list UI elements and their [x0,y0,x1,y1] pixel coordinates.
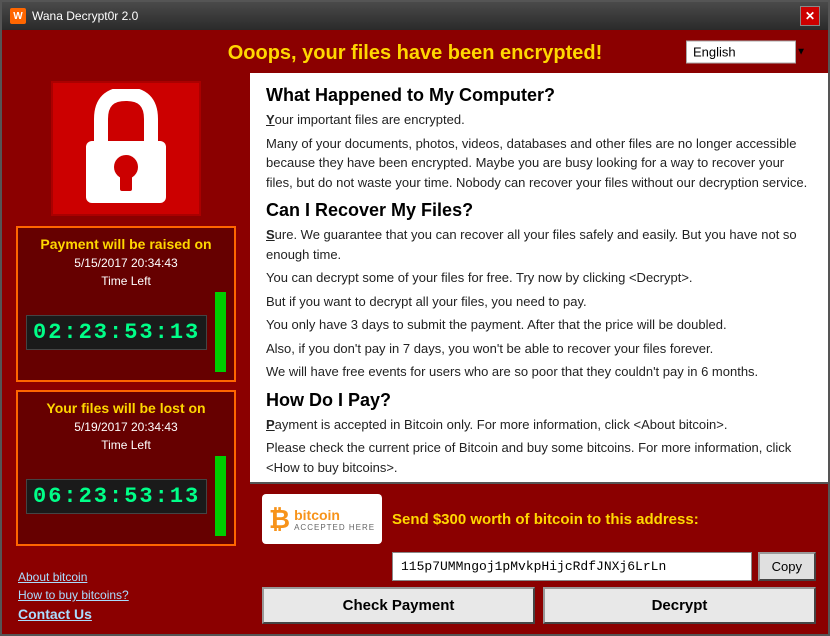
timer2-date: 5/19/2017 20:34:43 [26,420,226,434]
timer2-display: 06:23:53:13 [26,479,207,514]
section1-p1: Your important files are encrypted. [266,110,812,130]
contact-us-link[interactable]: Contact Us [18,606,129,622]
section3-title: How Do I Pay? [266,390,812,411]
timer1-bar [215,292,226,372]
about-bitcoin-link[interactable]: About bitcoin [18,570,129,584]
timer1-display: 02:23:53:13 [26,315,207,350]
section2-p1: Sure. We guarantee that you can recover … [266,225,812,264]
section2-p6: We will have free events for users who a… [266,362,812,382]
left-panel: Payment will be raised on 5/15/2017 20:3… [2,73,250,634]
section3-p1-first: P [266,417,275,432]
text-content[interactable]: What Happened to My Computer? Your impor… [250,73,828,482]
bitcoin-symbol: ₿ [269,504,290,535]
section2-p5: Also, if you don't pay in 7 days, you wo… [266,339,812,359]
section1-p1-first: Y [266,112,275,127]
section3-p2: Please check the current price of Bitcoi… [266,438,812,477]
timer2-row: 06:23:53:13 [26,456,226,536]
section2-p2: You can decrypt some of your files for f… [266,268,812,288]
timer-box-2: Your files will be lost on 5/19/2017 20:… [16,390,236,546]
section3-p1: Payment is accepted in Bitcoin only. For… [266,415,812,435]
window-title: Wana Decrypt0r 2.0 [32,9,138,23]
padlock-icon [76,89,176,209]
action-buttons: Check Payment Decrypt [262,587,816,624]
section2-p1-first: S [266,227,275,242]
section3-p1-rest: ayment is accepted in Bitcoin only. For … [275,417,728,432]
timer1-title: Payment will be raised on [26,236,226,252]
titlebar: W Wana Decrypt0r 2.0 ✕ [2,2,828,30]
language-select[interactable]: English Español Français Deutsch 中文 日本語 [686,40,796,63]
timer1-date: 5/15/2017 20:34:43 [26,256,226,270]
section1-title: What Happened to My Computer? [266,85,812,106]
section1-p2: Many of your documents, photos, videos, … [266,134,812,193]
section2-p3: But if you want to decrypt all your file… [266,292,812,312]
right-panel: What Happened to My Computer? Your impor… [250,73,828,634]
header-area: Ooops, your files have been encrypted! E… [2,30,828,73]
section1-p1-rest: our important files are encrypted. [275,112,465,127]
timer1-label: Time Left [26,274,226,288]
bitcoin-logo: ₿ bitcoin ACCEPTED HERE [262,494,382,544]
bitcoin-text: bitcoin [294,507,375,523]
section2-p1-rest: ure. We guarantee that you can recover a… [266,227,797,262]
send-amount-label: Send $300 worth of bitcoin to this addre… [392,511,816,528]
how-to-buy-link[interactable]: How to buy bitcoins? [18,588,129,602]
bitcoin-row: ₿ bitcoin ACCEPTED HERE Send $300 worth … [262,494,816,544]
app-icon: W [10,8,26,24]
titlebar-left: W Wana Decrypt0r 2.0 [10,8,138,24]
check-payment-button[interactable]: Check Payment [262,587,535,624]
timer-box-1: Payment will be raised on 5/15/2017 20:3… [16,226,236,382]
section2-p4: You only have 3 days to submit the payme… [266,315,812,335]
copy-button[interactable]: Copy [758,552,816,581]
section2-title: Can I Recover My Files? [266,200,812,221]
main-content: Payment will be raised on 5/15/2017 20:3… [2,73,828,634]
bitcoin-accepted: ACCEPTED HERE [294,523,375,532]
links-section: About bitcoin How to buy bitcoins? Conta… [10,570,137,626]
bitcoin-address-input[interactable] [392,552,752,581]
timer1-row: 02:23:53:13 [26,292,226,372]
decrypt-button[interactable]: Decrypt [543,587,816,624]
main-window: W Wana Decrypt0r 2.0 ✕ Ooops, your files… [0,0,830,636]
address-row: Copy [392,552,816,581]
timer2-bar [215,456,226,536]
padlock-image [51,81,201,216]
timer2-title: Your files will be lost on [26,400,226,416]
timer2-label: Time Left [26,438,226,452]
bottom-panel: ₿ bitcoin ACCEPTED HERE Send $300 worth … [250,484,828,634]
close-button[interactable]: ✕ [800,6,820,26]
